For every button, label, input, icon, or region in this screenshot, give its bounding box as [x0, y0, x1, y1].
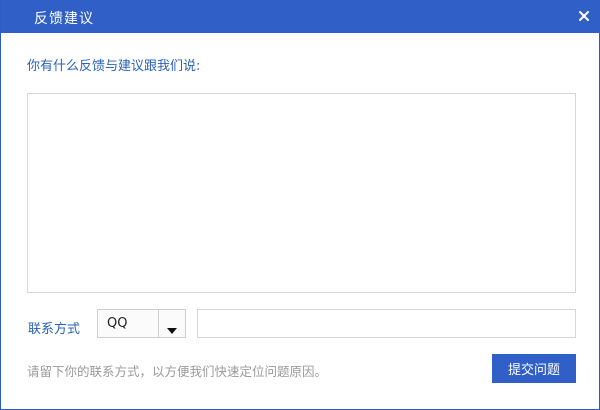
contact-label: 联系方式: [28, 322, 81, 337]
select-divider: [158, 310, 159, 337]
window-title: 反馈建议: [34, 11, 94, 27]
contact-type-value: QQ: [107, 316, 128, 331]
submit-button[interactable]: 提交问题: [492, 354, 576, 383]
contact-hint: 请留下你的联系方式，以方便我们快速定位问题原因。: [27, 364, 328, 379]
feedback-textarea[interactable]: [27, 93, 576, 293]
close-icon[interactable]: [575, 7, 593, 25]
feedback-dialog: 反馈建议 你有什么反馈与建议跟我们说: 联系方式 QQ 请留下你的联系方式，以方…: [0, 0, 600, 410]
feedback-prompt: 你有什么反馈与建议跟我们说:: [27, 59, 201, 74]
title-bar[interactable]: 反馈建议: [1, 0, 600, 33]
contact-input[interactable]: [197, 309, 576, 338]
contact-type-select[interactable]: QQ: [97, 309, 186, 338]
chevron-down-icon[interactable]: [167, 320, 177, 334]
